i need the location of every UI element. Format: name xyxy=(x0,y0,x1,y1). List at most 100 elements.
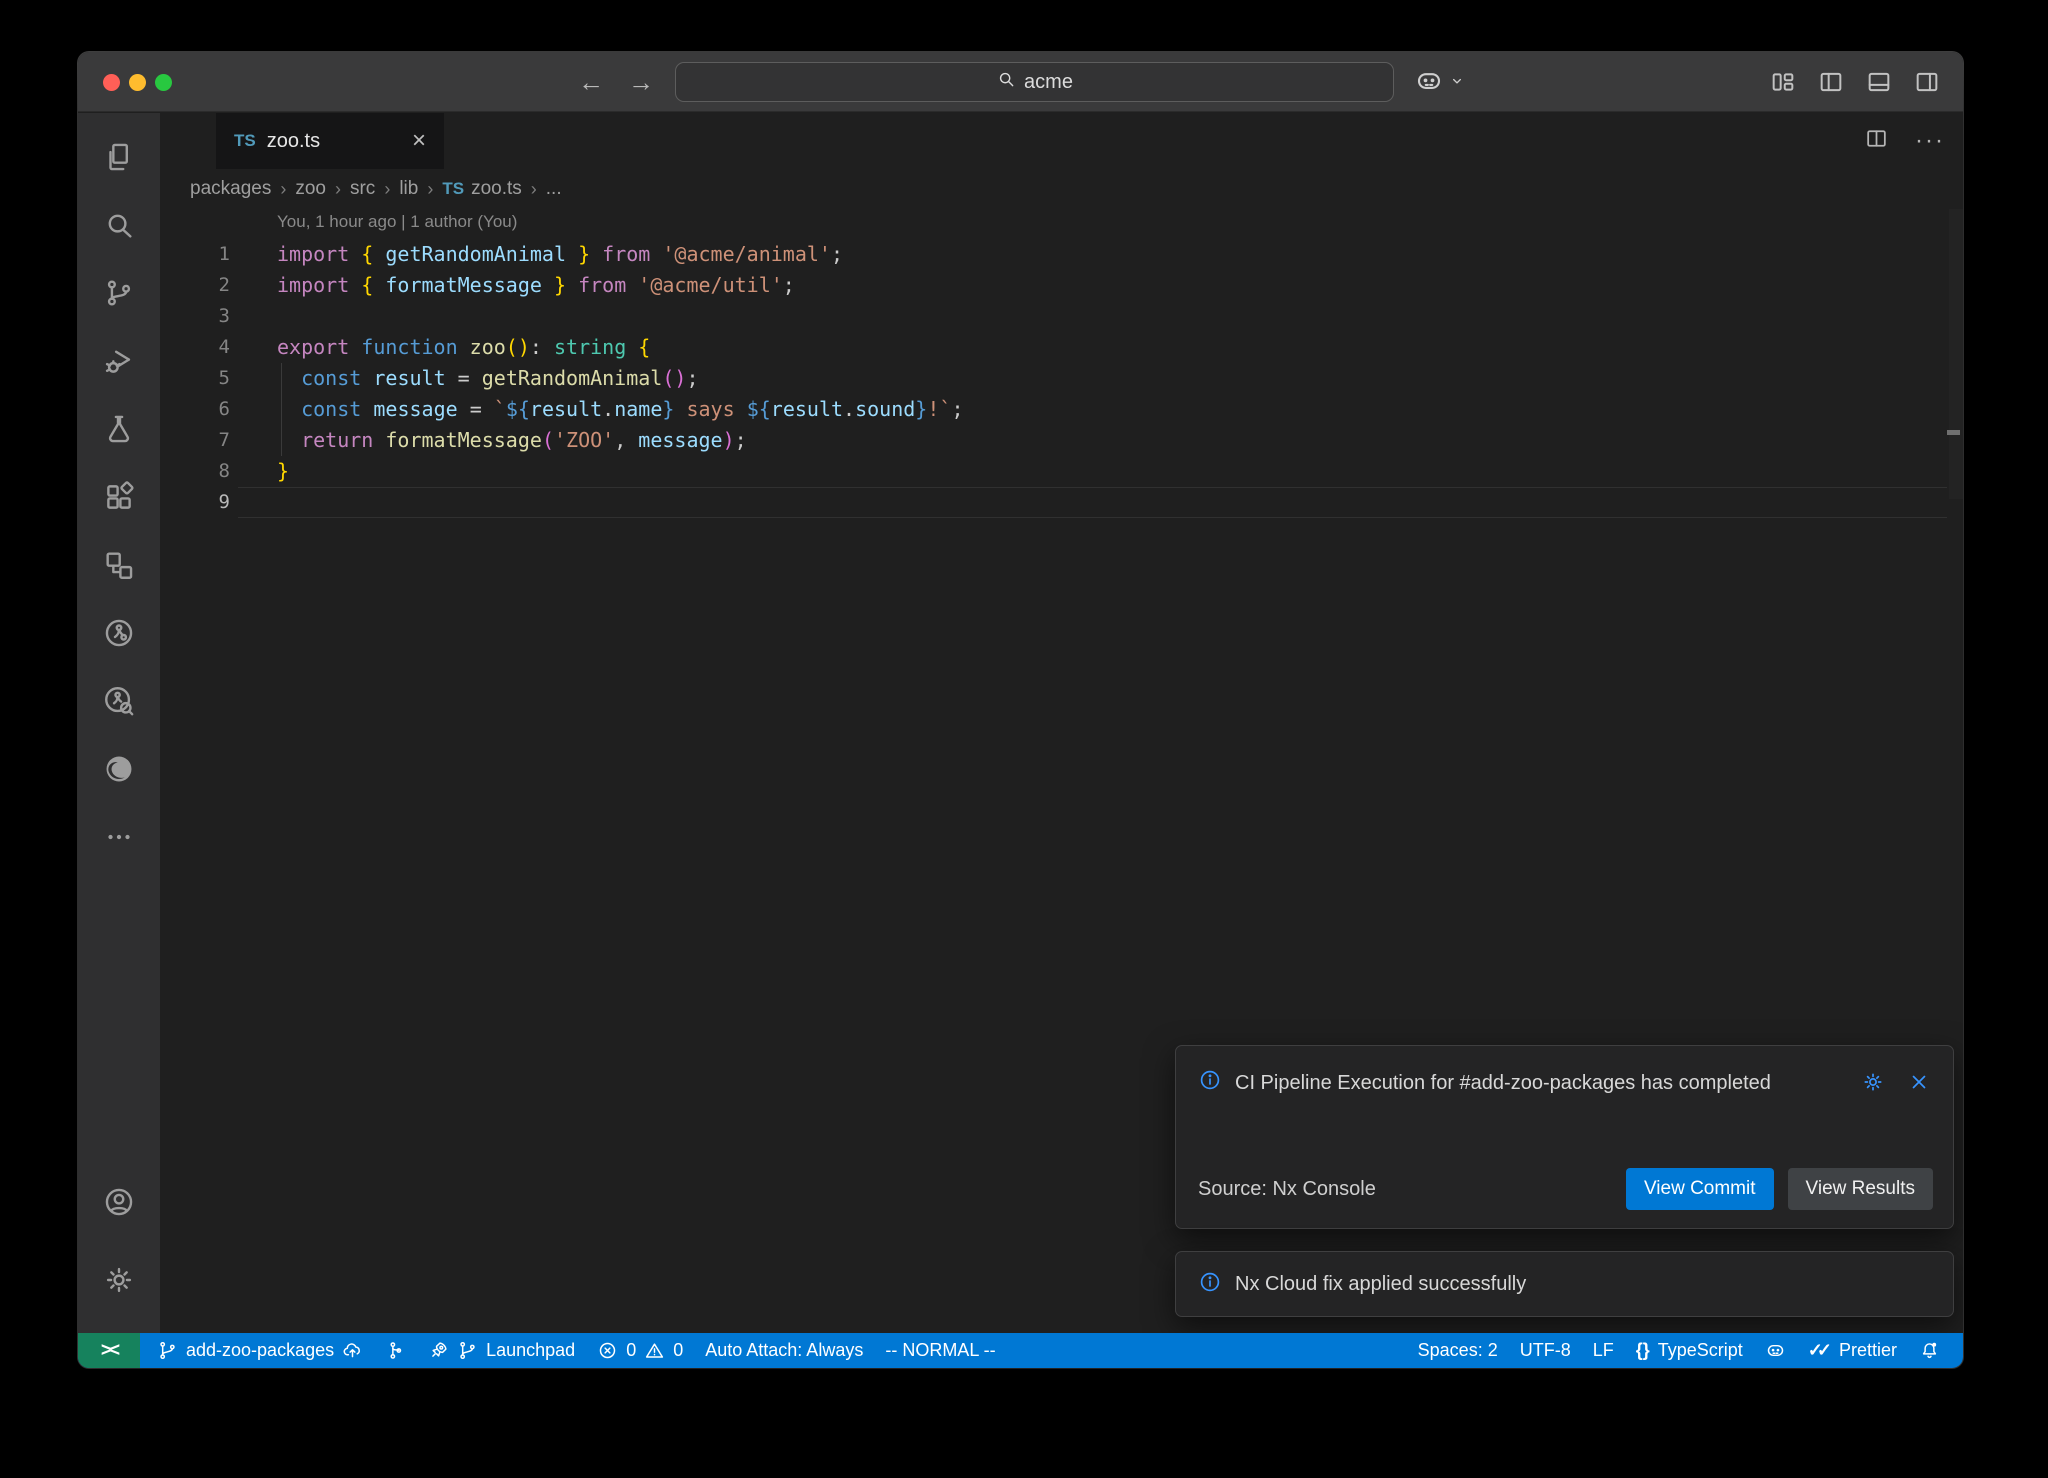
desktop-background: ← → acme TS xyxy=(0,0,2048,1478)
tab-bar: TS zoo.ts × ··· xyxy=(160,113,1963,169)
activity-extensions-icon[interactable] xyxy=(78,463,160,531)
vscode-window: ← → acme TS xyxy=(78,52,1963,1368)
layout-controls xyxy=(1769,68,1941,101)
chevron-down-icon xyxy=(1448,72,1466,95)
typescript-file-icon: TS xyxy=(442,179,464,199)
toggle-secondary-sidebar-icon[interactable] xyxy=(1913,68,1941,101)
git-blame-annotation: You, 1 hour ago | 1 author (You) xyxy=(277,212,517,232)
copilot-icon xyxy=(1414,66,1444,101)
activity-edge-browser-icon[interactable] xyxy=(78,735,160,803)
activity-bar xyxy=(78,113,160,1333)
tab-zoo-ts[interactable]: TS zoo.ts × xyxy=(216,113,444,169)
info-icon xyxy=(1198,1068,1222,1097)
warning-icon xyxy=(644,1340,665,1361)
line-number: 2 xyxy=(160,270,230,301)
statusbar-indentation[interactable]: Spaces: 2 xyxy=(1407,1333,1509,1368)
line-number: 3 xyxy=(160,301,230,332)
more-actions-icon[interactable]: ··· xyxy=(1915,127,1945,155)
breadcrumb-separator-icon: › xyxy=(280,179,286,200)
toggle-primary-sidebar-icon[interactable] xyxy=(1817,68,1845,101)
statusbar-branch-status[interactable]: add-zoo-packages xyxy=(146,1333,374,1368)
activity-nx-console-icon[interactable] xyxy=(78,599,160,667)
activity-more-views-icon[interactable] xyxy=(78,803,160,871)
notification-toast-ci-pipeline: CI Pipeline Execution for #add-zoo-packa… xyxy=(1175,1045,1954,1229)
language-mode-glyph: {} xyxy=(1636,1340,1650,1361)
zoom-window-button[interactable] xyxy=(155,74,172,91)
activity-accounts-icon[interactable] xyxy=(78,1163,160,1241)
activity-source-control-icon[interactable] xyxy=(78,259,160,327)
activity-nx-cloud-icon[interactable] xyxy=(78,667,160,735)
traffic-lights xyxy=(103,74,172,91)
encoding-label: UTF-8 xyxy=(1520,1340,1571,1361)
branch-small-icon xyxy=(457,1340,478,1361)
customize-layout-icon[interactable] xyxy=(1769,68,1797,101)
activity-explorer-icon[interactable] xyxy=(78,123,160,191)
statusbar-problems[interactable]: 00 xyxy=(586,1333,694,1368)
code-line: 4export function zoo(): string { xyxy=(160,332,1963,363)
breadcrumb-item-zoo-ts[interactable]: TSzoo.ts xyxy=(442,178,521,200)
remote-indicator[interactable]: >< xyxy=(78,1333,140,1368)
activity-search-icon[interactable] xyxy=(78,191,160,259)
editor-scrollbar[interactable] xyxy=(1949,209,1963,499)
statusbar-notifications-bell[interactable] xyxy=(1908,1333,1951,1368)
cloud-upload-icon xyxy=(342,1340,363,1361)
statusbar-copilot-status[interactable] xyxy=(1754,1333,1797,1368)
split-editor-icon[interactable] xyxy=(1864,126,1889,156)
toggle-panel-icon[interactable] xyxy=(1865,68,1893,101)
problems-label: 0 xyxy=(626,1340,636,1361)
statusbar-eol[interactable]: LF xyxy=(1582,1333,1625,1368)
pipeline-icon xyxy=(385,1340,406,1361)
command-center-search[interactable]: acme xyxy=(675,62,1394,102)
breadcrumb-item-src[interactable]: src xyxy=(350,178,375,200)
breadcrumb-separator-icon: › xyxy=(335,179,341,200)
line-number: 8 xyxy=(160,456,230,487)
navigate-back-button[interactable]: ← xyxy=(578,67,604,98)
line-number: 1 xyxy=(160,239,230,270)
statusbar-auto-attach[interactable]: Auto Attach: Always xyxy=(694,1333,874,1368)
breadcrumb-item-zoo[interactable]: zoo xyxy=(295,178,326,200)
view-commit-button[interactable]: View Commit xyxy=(1626,1168,1774,1210)
tab-label: zoo.ts xyxy=(267,130,320,153)
code-line: 2import { formatMessage } from '@acme/ut… xyxy=(160,270,1963,301)
view-results-button[interactable]: View Results xyxy=(1788,1168,1933,1210)
bell-icon xyxy=(1919,1340,1940,1361)
notification-settings-gear-icon[interactable] xyxy=(1861,1070,1885,1099)
breadcrumb-item-packages[interactable]: packages xyxy=(190,178,271,200)
auto-attach-label: Auto Attach: Always xyxy=(705,1340,863,1361)
formatter-glyph: ✓✓ xyxy=(1808,1340,1831,1361)
launchpad-label: Launchpad xyxy=(486,1340,575,1361)
notification-source: Source: Nx Console xyxy=(1198,1178,1376,1201)
code-line: 8} xyxy=(160,456,1963,487)
breadcrumb-item-lib[interactable]: lib xyxy=(399,178,418,200)
activity-run-debug-icon[interactable] xyxy=(78,327,160,395)
indent-guide xyxy=(281,363,282,456)
code-editor[interactable]: 1import { getRandomAnimal } from '@acme/… xyxy=(160,239,1963,518)
line-number: 7 xyxy=(160,425,230,456)
statusbar-encoding[interactable]: UTF-8 xyxy=(1509,1333,1582,1368)
activity-remote-explorer-icon[interactable] xyxy=(78,531,160,599)
overview-ruler-marker xyxy=(1947,430,1960,435)
activity-testing-icon[interactable] xyxy=(78,395,160,463)
statusbar-vim-mode[interactable]: -- NORMAL -- xyxy=(874,1333,1006,1368)
notification-close-icon[interactable] xyxy=(1907,1070,1931,1099)
vim-mode-label: -- NORMAL -- xyxy=(885,1340,995,1361)
code-line: 7 return formatMessage('ZOO', message); xyxy=(160,425,1963,456)
activity-settings-gear-icon[interactable] xyxy=(78,1241,160,1319)
close-window-button[interactable] xyxy=(103,74,120,91)
statusbar-formatter[interactable]: ✓✓ Prettier xyxy=(1797,1333,1908,1368)
close-tab-icon[interactable]: × xyxy=(412,129,426,153)
statusbar-language-mode[interactable]: {} TypeScript xyxy=(1625,1333,1754,1368)
minimize-window-button[interactable] xyxy=(129,74,146,91)
statusbar-pipeline-status[interactable] xyxy=(374,1333,417,1368)
problems-label: 0 xyxy=(673,1340,683,1361)
line-number: 5 xyxy=(160,363,230,394)
navigate-forward-button[interactable]: → xyxy=(628,67,654,98)
copilot-menu[interactable] xyxy=(1414,66,1466,101)
breadcrumb-item--[interactable]: ... xyxy=(546,178,562,200)
formatter-label: Prettier xyxy=(1839,1340,1897,1361)
statusbar-launchpad[interactable]: Launchpad xyxy=(417,1333,586,1368)
copilot-icon xyxy=(1765,1340,1786,1361)
language-mode-label: TypeScript xyxy=(1658,1340,1743,1361)
code-line: 6 const message = `${result.name} says $… xyxy=(160,394,1963,425)
breadcrumb-separator-icon: › xyxy=(427,179,433,200)
